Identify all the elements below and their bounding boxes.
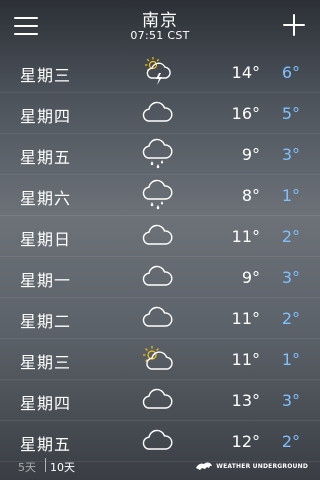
day-label: 星期五: [20, 148, 72, 167]
low-temp: 2°: [281, 227, 300, 246]
high-temp: 13°: [231, 391, 260, 410]
tab-5-day[interactable]: 5天: [18, 459, 36, 475]
day-label: 星期日: [20, 230, 72, 249]
cloud-rain-icon: [140, 138, 174, 170]
day-label: 星期五: [20, 435, 72, 454]
forecast-row: 星期一 9° 3°: [0, 257, 320, 298]
high-temp: 11°: [231, 350, 260, 369]
low-temp: 6°: [281, 63, 300, 82]
sun-cloud-thunder-icon: [140, 56, 174, 88]
day-label: 星期四: [20, 394, 72, 413]
forecast-row: 星期四 13° 3°: [0, 380, 320, 421]
low-temp: 3°: [281, 391, 300, 410]
low-temp: 3°: [281, 145, 300, 164]
forecast-row: 星期日 11° 2°: [0, 216, 320, 257]
day-label: 星期三: [20, 66, 72, 85]
low-temp: 2°: [281, 432, 300, 451]
weather-underground-logo: WEATHER UNDERGROUND: [195, 459, 308, 473]
high-temp: 9°: [241, 268, 260, 287]
cloud-icon: [140, 97, 174, 129]
day-label: 星期一: [20, 271, 72, 290]
header: 南京 07:51 CST: [0, 0, 320, 52]
tab-10-day[interactable]: 10天: [50, 459, 75, 475]
low-temp: 1°: [281, 350, 300, 369]
cloud-icon: [140, 220, 174, 252]
low-temp: 2°: [281, 309, 300, 328]
logo-animal-icon: [196, 462, 213, 470]
forecast-row: 星期三 14° 6°: [0, 52, 320, 93]
logo-text: WEATHER UNDERGROUND: [216, 462, 308, 470]
low-temp: 5°: [281, 104, 300, 123]
high-temp: 8°: [241, 186, 260, 205]
day-label: 星期三: [20, 353, 72, 372]
forecast-row: 星期六 8° 1°: [0, 175, 320, 216]
footer: 5天 10天 WEATHER UNDERGROUND: [0, 453, 320, 480]
high-temp: 11°: [231, 309, 260, 328]
cloud-icon: [140, 384, 174, 416]
day-label: 星期六: [20, 189, 72, 208]
city-name: 南京: [142, 11, 178, 31]
low-temp: 3°: [281, 268, 300, 287]
forecast-row: 星期五 9° 3°: [0, 134, 320, 175]
day-label: 星期二: [20, 312, 72, 331]
high-temp: 11°: [231, 227, 260, 246]
high-temp: 16°: [231, 104, 260, 123]
low-temp: 1°: [281, 186, 300, 205]
high-temp: 12°: [231, 432, 260, 451]
partly-sunny-icon: [140, 343, 174, 375]
cloud-rain-icon: [140, 179, 174, 211]
high-temp: 14°: [231, 63, 260, 82]
forecast-list: 星期三 14° 6° 星期四 16° 5° 星期五 9° 3° 星期六 8° 1° 星期日 11° 2° 星期…: [0, 52, 320, 462]
add-location-icon[interactable]: [283, 14, 305, 36]
day-label: 星期四: [20, 107, 72, 126]
local-time: 07:51 CST: [130, 29, 190, 42]
cloud-icon: [140, 261, 174, 293]
forecast-row: 星期三 11° 1°: [0, 339, 320, 380]
high-temp: 9°: [241, 145, 260, 164]
tab-divider: [45, 458, 46, 472]
forecast-row: 星期二 11° 2°: [0, 298, 320, 339]
cloud-icon: [140, 302, 174, 334]
forecast-row: 星期四 16° 5°: [0, 93, 320, 134]
